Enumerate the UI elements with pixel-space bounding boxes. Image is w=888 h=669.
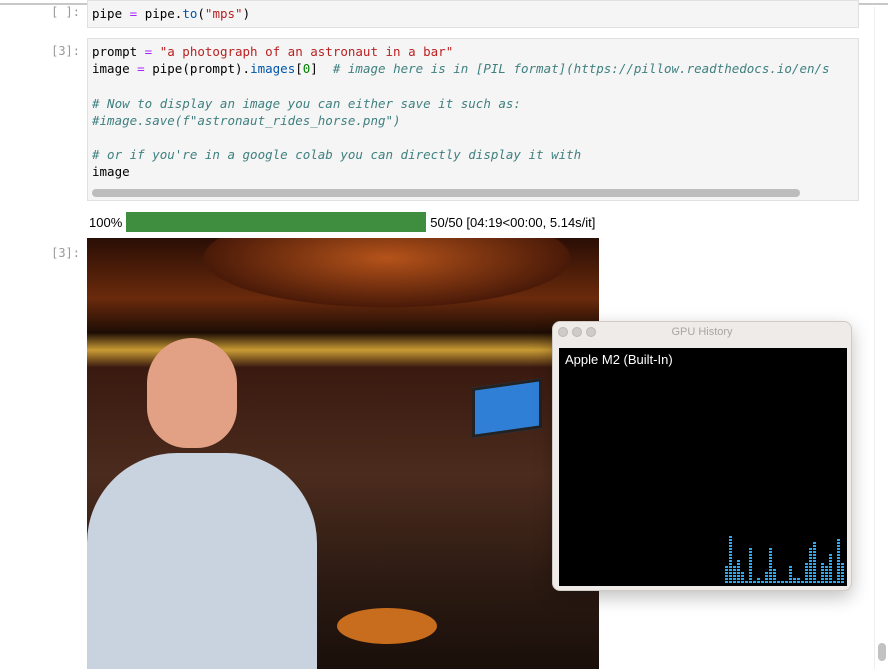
generated-astronaut-image: [87, 238, 599, 669]
progress-output: 100% 50/50 [04:19<00:00, 5.14s/it]: [89, 212, 595, 232]
code-token: pipe(prompt).: [152, 61, 251, 77]
code-token: pipe.: [144, 6, 183, 21]
gpu-history-bar: [829, 554, 832, 583]
code-token: =: [129, 61, 153, 77]
gpu-history-bar: [769, 548, 772, 583]
minimize-button[interactable]: [572, 327, 582, 337]
code-token: [: [295, 61, 303, 77]
gpu-history-bar: [833, 581, 836, 583]
window-titlebar[interactable]: GPU History: [553, 322, 851, 342]
cell-prompt: [3]:: [51, 44, 80, 58]
gpu-history-bar: [805, 563, 808, 583]
code-token: ]: [310, 61, 333, 77]
astronaut-face: [147, 338, 237, 448]
cell-prompt: [ ]:: [51, 5, 80, 19]
code-cell-generate-image[interactable]: prompt = "a photograph of an astronaut i…: [87, 38, 859, 201]
gpu-history-bar: [837, 539, 840, 583]
code-token: ): [242, 6, 251, 21]
gpu-history-bar: [725, 566, 728, 583]
code-token: image: [92, 164, 130, 180]
gpu-history-window[interactable]: GPU History Apple M2 (Built-In): [552, 321, 852, 591]
code-token: prompt: [92, 44, 138, 59]
code-token: "a photograph of an astronaut in a bar": [159, 44, 454, 59]
progress-percent: 100%: [89, 214, 123, 230]
progress-bar: [126, 212, 427, 232]
gpu-history-bar: [729, 536, 732, 583]
astronaut-suit: [87, 453, 317, 669]
gpu-history-bar: [765, 572, 768, 583]
gpu-history-bar: [781, 581, 784, 583]
code-comment: #image.save(f"astronaut_rides_horse.png"…: [92, 112, 401, 128]
gpu-history-bar: [761, 581, 764, 583]
gpu-history-bar: [749, 548, 752, 583]
code-token: pipe: [92, 6, 123, 21]
gpu-history-bar: [785, 581, 788, 583]
close-button[interactable]: [558, 327, 568, 337]
gpu-bars: [725, 536, 844, 583]
gpu-history-bar: [789, 566, 792, 583]
gpu-history-bar: [841, 563, 844, 583]
code-token: =: [137, 44, 160, 59]
gpu-history-bar: [773, 569, 776, 583]
bar-stool: [337, 608, 437, 644]
gpu-history-bar: [801, 581, 804, 583]
code-comment: # Now to display an image you can either…: [92, 95, 521, 111]
gpu-history-bar: [777, 581, 780, 583]
code-comment: # image here is in [PIL format](https://…: [332, 61, 830, 77]
gpu-history-bar: [821, 563, 824, 583]
horizontal-scrollbar[interactable]: [92, 189, 800, 197]
zoom-button[interactable]: [586, 327, 596, 337]
gpu-history-bar: [813, 542, 816, 583]
progress-status: 50/50 [04:19<00:00, 5.14s/it]: [430, 214, 596, 230]
gpu-history-bar: [753, 581, 756, 583]
gpu-history-bar: [793, 578, 796, 583]
code-token: to: [182, 6, 198, 21]
gpu-history-bar: [817, 581, 820, 583]
gpu-history-bar: [825, 566, 828, 583]
gpu-history-bar: [737, 560, 740, 583]
code-token: (: [197, 6, 205, 21]
gpu-history-bar: [797, 578, 800, 583]
notebook-edge: [874, 7, 875, 669]
code-token: =: [122, 6, 145, 21]
gpu-history-bar: [757, 578, 760, 583]
gpu-graph: Apple M2 (Built-In): [559, 348, 847, 586]
code-token: image: [92, 61, 130, 77]
vertical-scrollbar[interactable]: [878, 643, 886, 661]
gpu-history-bar: [741, 572, 744, 583]
gpu-history-bar: [809, 548, 812, 583]
window-title: GPU History: [671, 326, 733, 338]
code-token: images: [250, 61, 296, 77]
gpu-history-bar: [745, 581, 748, 583]
output-prompt: [3]:: [51, 246, 80, 260]
code-cell-pipe-to-mps[interactable]: pipe = pipe.to("mps"): [87, 0, 859, 28]
gpu-history-bar: [733, 566, 736, 583]
code-comment: # or if you're in a google colab you can…: [92, 147, 582, 163]
code-token: "mps": [204, 6, 243, 21]
bar-tv: [472, 378, 542, 438]
